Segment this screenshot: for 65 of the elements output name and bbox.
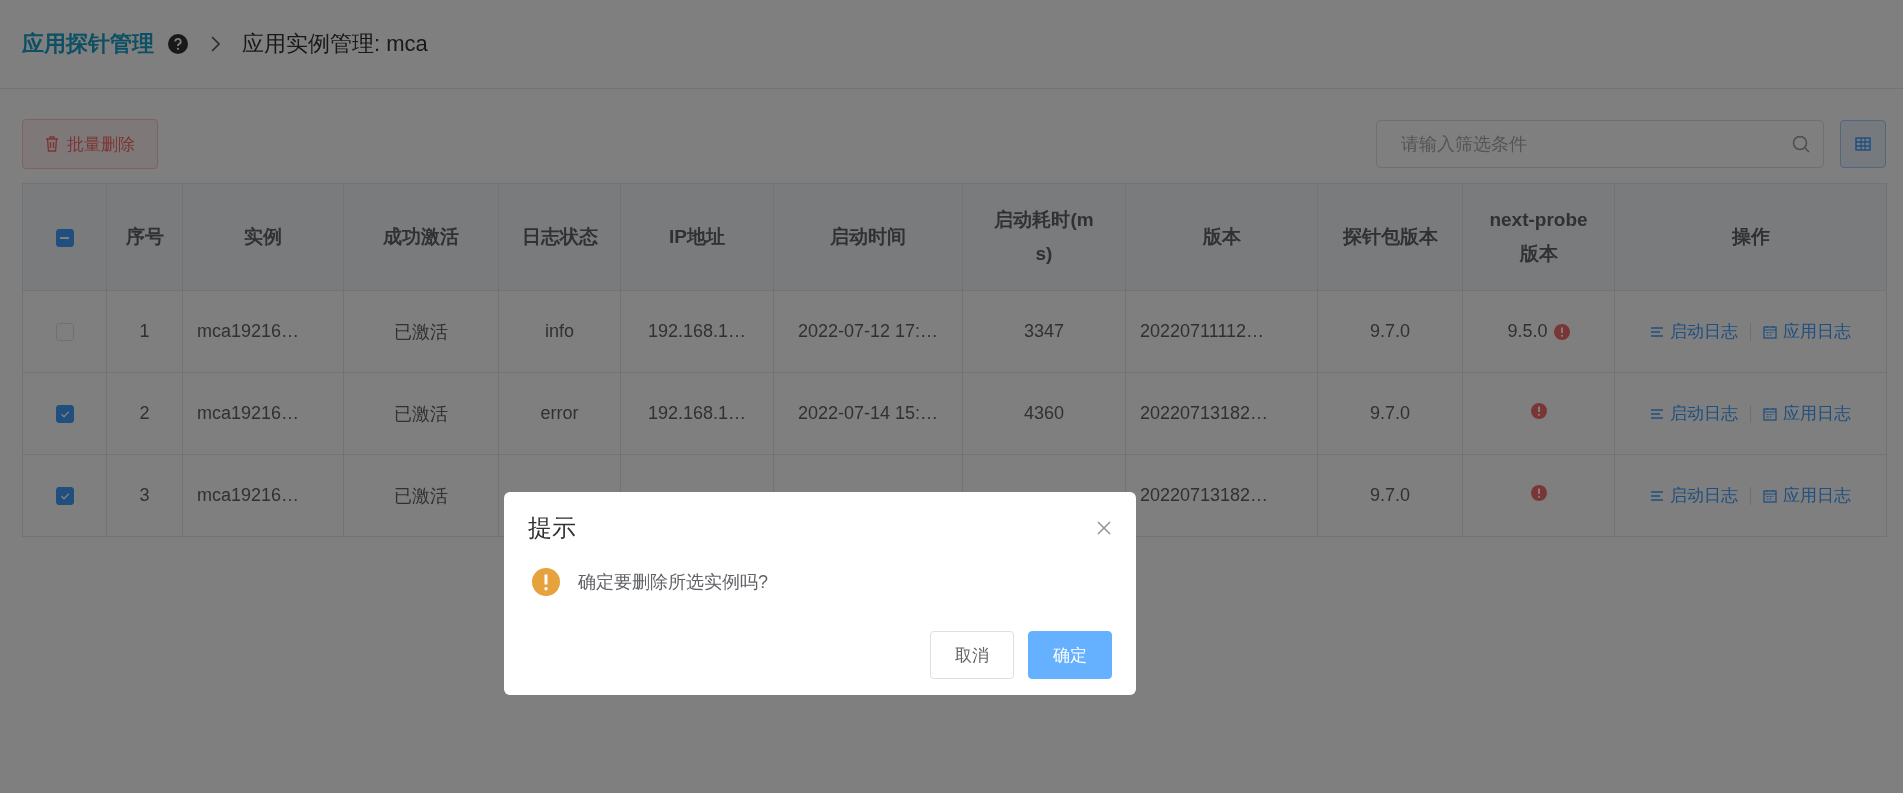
column-header: 版本 xyxy=(1202,225,1241,249)
column-header: 日志状态 xyxy=(521,225,598,249)
log-link[interactable]: 应用日志 xyxy=(1763,402,1851,425)
table-icon xyxy=(1855,137,1871,151)
column-header: 实例 xyxy=(244,225,282,249)
table-cell: 9.7.0 xyxy=(1369,321,1410,341)
list-icon xyxy=(1650,489,1664,502)
breadcrumb-current: 应用实例管理: mca xyxy=(242,30,428,58)
list-icon xyxy=(1650,325,1664,338)
table-cell: 已激活 xyxy=(394,321,448,342)
table-cell: 4360 xyxy=(1023,403,1064,423)
table-cell: error xyxy=(540,403,579,423)
table-cell: 1 xyxy=(139,321,150,341)
table-cell: 3347 xyxy=(1023,321,1064,341)
row-checkbox[interactable] xyxy=(55,487,74,506)
chevron-right-icon xyxy=(210,36,220,52)
close-icon[interactable] xyxy=(1096,520,1112,536)
log-link[interactable]: 应用日志 xyxy=(1763,484,1851,507)
table-cell: 3 xyxy=(139,485,150,505)
page-title[interactable]: 应用探针管理 xyxy=(22,29,154,59)
log-link[interactable]: 启动日志 xyxy=(1650,484,1738,507)
table-cell: 已激活 xyxy=(394,485,448,506)
column-header: next-probe版本 xyxy=(1488,208,1589,266)
table-cell: info xyxy=(545,321,574,341)
select-all-checkbox[interactable] xyxy=(55,229,74,247)
calendar-icon xyxy=(1763,406,1777,421)
column-header: 启动时间 xyxy=(830,225,906,249)
cancel-button[interactable]: 取消 xyxy=(930,631,1014,679)
table-cell: 2 xyxy=(139,403,150,423)
search-icon xyxy=(1792,135,1810,153)
table-cell: 20220713182… xyxy=(1140,485,1269,505)
table-cell: 9.7.0 xyxy=(1369,485,1410,505)
log-link[interactable]: 应用日志 xyxy=(1763,320,1851,343)
table-cell: 20220711112… xyxy=(1140,321,1265,341)
table-cell: 192.168.1… xyxy=(647,321,747,341)
log-link[interactable]: 启动日志 xyxy=(1650,402,1738,425)
help-icon[interactable] xyxy=(168,34,188,54)
column-header: 探针包版本 xyxy=(1342,225,1438,249)
table-cell: 192.168.1… xyxy=(647,403,747,423)
column-header: 成功激活 xyxy=(383,225,459,249)
table-cell: 2022-07-12 17:… xyxy=(797,321,939,341)
calendar-icon xyxy=(1763,488,1777,503)
calendar-icon xyxy=(1763,324,1777,339)
column-settings-button[interactable] xyxy=(1840,120,1886,168)
list-icon xyxy=(1650,407,1664,420)
column-header: IP地址 xyxy=(669,225,725,249)
table-cell: 2022-07-14 15:… xyxy=(797,403,939,423)
table-cell: 9.5.0 xyxy=(1507,321,1548,342)
confirm-button[interactable]: 确定 xyxy=(1028,631,1112,679)
row-checkbox[interactable] xyxy=(55,405,74,424)
table-cell: 20220713182… xyxy=(1140,403,1269,423)
column-header: 序号 xyxy=(125,225,164,249)
trash-icon xyxy=(45,136,59,152)
dialog-message: 确定要删除所选实例吗? xyxy=(578,571,768,594)
batch-delete-button[interactable]: 批量删除 xyxy=(22,119,158,169)
table-cell: mca19216… xyxy=(197,485,300,505)
table-cell: 9.7.0 xyxy=(1369,403,1410,423)
warning-icon xyxy=(532,568,560,596)
table-cell: mca19216… xyxy=(197,403,300,423)
log-link[interactable]: 启动日志 xyxy=(1650,320,1738,343)
dialog-title: 提示 xyxy=(528,513,576,543)
table-cell: 已激活 xyxy=(394,403,448,424)
table-cell: mca19216… xyxy=(197,321,300,341)
column-header: 启动耗时(ms) xyxy=(993,208,1095,266)
column-header: 操作 xyxy=(1731,225,1770,249)
